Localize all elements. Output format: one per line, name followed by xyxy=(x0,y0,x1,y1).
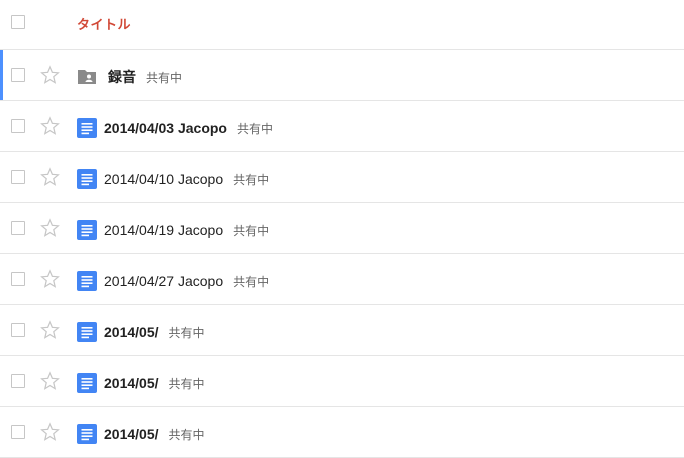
list-item[interactable]: 2014/04/19 Jacopo 共有中 xyxy=(0,203,684,254)
list-item[interactable]: 録音 共有中 xyxy=(0,50,684,101)
list-item[interactable]: 2014/04/03 Jacopo 共有中 xyxy=(0,101,684,152)
list-item[interactable]: 2014/05/共有中 xyxy=(0,305,684,356)
document-icon xyxy=(77,169,97,189)
shared-label: 共有中 xyxy=(236,122,273,136)
file-name-text: 2014/04/10 Jacopo xyxy=(104,171,224,187)
file-name[interactable]: 2014/05/共有中 xyxy=(104,322,205,343)
shared-label: 共有中 xyxy=(146,71,183,85)
file-name[interactable]: 録音 共有中 xyxy=(108,67,182,88)
select-all-checkbox[interactable] xyxy=(11,15,25,29)
shared-label: 共有中 xyxy=(233,224,270,238)
row-checkbox[interactable] xyxy=(11,221,25,235)
file-name-text: 2014/05/ xyxy=(104,324,159,340)
file-name[interactable]: 2014/05/共有中 xyxy=(104,373,205,394)
row-checkbox[interactable] xyxy=(11,374,25,388)
star-icon[interactable] xyxy=(40,116,60,136)
list-item[interactable]: 2014/05/共有中 xyxy=(0,356,684,407)
file-name[interactable]: 2014/04/27 Jacopo 共有中 xyxy=(104,271,269,292)
file-name-text: 2014/04/03 Jacopo xyxy=(104,120,227,136)
document-icon xyxy=(77,271,97,291)
row-checkbox[interactable] xyxy=(11,170,25,184)
shared-label: 共有中 xyxy=(233,173,270,187)
file-name-text: 2014/04/19 Jacopo xyxy=(104,222,224,238)
star-icon[interactable] xyxy=(40,167,60,187)
file-name[interactable]: 2014/05/共有中 xyxy=(104,424,205,445)
star-icon[interactable] xyxy=(40,422,60,442)
star-icon[interactable] xyxy=(40,371,60,391)
shared-folder-icon xyxy=(77,67,97,87)
file-list: タイトル 録音 共有中 2014/04/03 Jacopo 共有中 2014/04/… xyxy=(0,0,684,458)
row-checkbox[interactable] xyxy=(11,272,25,286)
star-icon[interactable] xyxy=(40,269,60,289)
file-name-text: 2014/05/ xyxy=(104,426,159,442)
shared-label: 共有中 xyxy=(233,275,270,289)
list-header: タイトル xyxy=(0,0,684,50)
star-icon[interactable] xyxy=(40,320,60,340)
list-item[interactable]: 2014/04/27 Jacopo 共有中 xyxy=(0,254,684,305)
file-name-text: 録音 xyxy=(108,69,136,85)
file-name[interactable]: 2014/04/19 Jacopo 共有中 xyxy=(104,220,269,241)
document-icon xyxy=(77,424,97,444)
row-checkbox[interactable] xyxy=(11,323,25,337)
list-item[interactable]: 2014/04/10 Jacopo 共有中 xyxy=(0,152,684,203)
list-item[interactable]: 2014/05/共有中 xyxy=(0,407,684,458)
file-name[interactable]: 2014/04/03 Jacopo 共有中 xyxy=(104,118,273,139)
shared-label: 共有中 xyxy=(168,326,205,340)
row-checkbox[interactable] xyxy=(11,425,25,439)
star-icon[interactable] xyxy=(40,65,60,85)
document-icon xyxy=(77,373,97,393)
file-name[interactable]: 2014/04/10 Jacopo 共有中 xyxy=(104,169,269,190)
file-name-text: 2014/05/ xyxy=(104,375,159,391)
title-column-header[interactable]: タイトル xyxy=(77,14,131,33)
row-checkbox[interactable] xyxy=(11,119,25,133)
document-icon xyxy=(77,322,97,342)
document-icon xyxy=(77,220,97,240)
shared-label: 共有中 xyxy=(168,428,205,442)
row-checkbox[interactable] xyxy=(11,68,25,82)
shared-label: 共有中 xyxy=(168,377,205,391)
file-name-text: 2014/04/27 Jacopo xyxy=(104,273,224,289)
document-icon xyxy=(77,118,97,138)
star-icon[interactable] xyxy=(40,218,60,238)
